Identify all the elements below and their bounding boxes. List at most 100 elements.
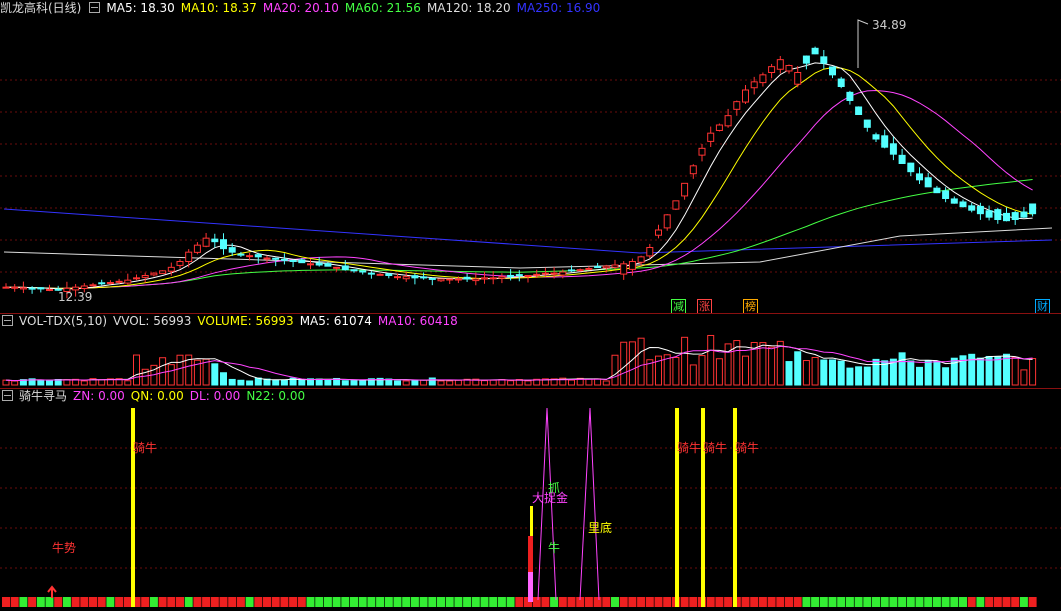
low-price-label: 12.39: [58, 290, 93, 304]
volume-bar: [437, 380, 445, 386]
trend-strip-cell: [393, 597, 402, 607]
trend-strip-cell: [906, 597, 915, 607]
trend-strip-cell: [141, 597, 150, 607]
trend-strip-cell: [480, 597, 489, 607]
volume-bar: [689, 364, 697, 386]
candle-body: [681, 182, 689, 197]
trend-strip-cell: [515, 597, 524, 607]
trend-strip-cell: [724, 597, 733, 607]
trend-strip-cell: [219, 597, 228, 607]
collapse-icon[interactable]: [2, 315, 13, 326]
trend-strip-cell: [854, 597, 863, 607]
tag-cai[interactable]: 财: [1035, 299, 1050, 314]
trend-strip-cell: [445, 597, 454, 607]
qiniu-signal-bar: [701, 408, 705, 607]
qn-value: QN: 0.00: [130, 389, 184, 403]
volume-panel[interactable]: VOL-TDX(5,10) VVOL: 56993 VOLUME: 56993 MA5…: [0, 313, 1061, 388]
trend-strip-cell: [419, 597, 428, 607]
price-panel[interactable]: 凯龙高科(日线) MA5: 18.30 MA10: 18.37 MA20: 20.10…: [0, 0, 1061, 314]
trend-strip-cell: [97, 597, 106, 607]
dl-spike: [579, 407, 600, 601]
trend-strip-cell: [741, 597, 750, 607]
candle-body: [202, 237, 210, 247]
candle-body: [272, 257, 280, 260]
trend-strip-cell: [1011, 597, 1020, 607]
trend-strip-cell: [758, 597, 767, 607]
trend-strip-cell: [245, 597, 254, 607]
indicator-chart[interactable]: [0, 388, 1061, 611]
candle-body: [411, 275, 419, 279]
trend-strip-cell: [1002, 597, 1011, 607]
signal-segment: [530, 506, 533, 536]
ma120-line: [3, 227, 1053, 269]
candle-body: [698, 147, 706, 156]
trend-strip-cell: [680, 597, 689, 607]
volume-bar: [568, 379, 575, 386]
candle-body: [115, 280, 123, 283]
trend-strip-cell: [36, 597, 45, 607]
candle-body: [1011, 212, 1019, 221]
trend-strip-cell: [2, 597, 10, 607]
qiniu-label: 骑牛: [133, 441, 158, 455]
volume-bar: [167, 364, 175, 386]
trend-strip-cell: [341, 597, 350, 607]
candle-body: [11, 286, 19, 289]
trend-strip-cell: [106, 597, 115, 607]
tag-zhang[interactable]: 涨: [697, 299, 712, 314]
candle-body: [524, 275, 532, 277]
volume-bar: [829, 359, 836, 386]
candle-body: [246, 255, 254, 258]
up-arrow-icon: [47, 585, 57, 598]
volume-bar: [446, 380, 454, 386]
trend-strip-cell: [924, 597, 933, 607]
candle-body: [159, 270, 167, 274]
vol-title: VOL-TDX(5,10): [19, 314, 108, 328]
candle-body: [924, 177, 932, 188]
volume-bar: [11, 380, 19, 386]
candle-body: [385, 273, 393, 276]
candle-body: [1029, 203, 1037, 215]
trend-strip-cell: [959, 597, 967, 607]
collapse-icon[interactable]: [89, 2, 101, 13]
trend-strip-cell: [384, 597, 393, 607]
tag-bang[interactable]: 榜: [743, 299, 758, 314]
candlestick-chart[interactable]: [0, 0, 1061, 313]
trend-strip-cell: [715, 597, 724, 607]
zhua-label: 抓: [548, 481, 561, 495]
ma250-line: [3, 208, 1053, 254]
volume-bar: [37, 379, 45, 386]
candle-body: [106, 282, 114, 284]
dl-value: DL: 0.00: [189, 389, 241, 403]
trend-strip-cell: [71, 597, 80, 607]
trend-strip-cell: [19, 597, 28, 607]
candle-body: [855, 106, 863, 115]
trend-strip-cell: [471, 597, 480, 607]
trend-strip-cell: [532, 597, 541, 607]
candle-body: [263, 257, 271, 260]
candle-body: [1003, 212, 1010, 222]
tag-jian[interactable]: 减: [671, 299, 686, 314]
candle-body: [98, 282, 106, 285]
trend-strip-cell: [149, 597, 158, 607]
trend-strip-cell: [567, 597, 576, 607]
candle-body: [829, 66, 836, 76]
indicator-panel[interactable]: 骑牛寻马 ZN: 0.00 QN: 0.00 DL: 0.00 N22: 0.00 骑牛…: [0, 388, 1061, 611]
candle-body: [637, 256, 645, 263]
indicator-header: 骑牛寻马 ZN: 0.00 QN: 0.00 DL: 0.00 N22: 0.00: [0, 388, 311, 404]
candle-body: [872, 134, 880, 140]
collapse-icon[interactable]: [2, 390, 13, 401]
trend-strip-cell: [123, 597, 132, 607]
n22-value: N22: 0.00: [246, 389, 306, 403]
candle-body: [454, 278, 462, 281]
ma120-value: MA120: 18.20: [426, 1, 511, 15]
trend-strip-cell: [323, 597, 332, 607]
trend-strip-cell: [62, 597, 71, 607]
candle-body: [985, 210, 993, 218]
candle-body: [220, 239, 227, 250]
candle-body: [663, 214, 671, 229]
volume-bar: [863, 366, 871, 386]
candle-body: [655, 229, 662, 236]
volume-bar: [133, 354, 140, 386]
candle-body: [916, 173, 923, 181]
candle-body: [124, 279, 132, 284]
